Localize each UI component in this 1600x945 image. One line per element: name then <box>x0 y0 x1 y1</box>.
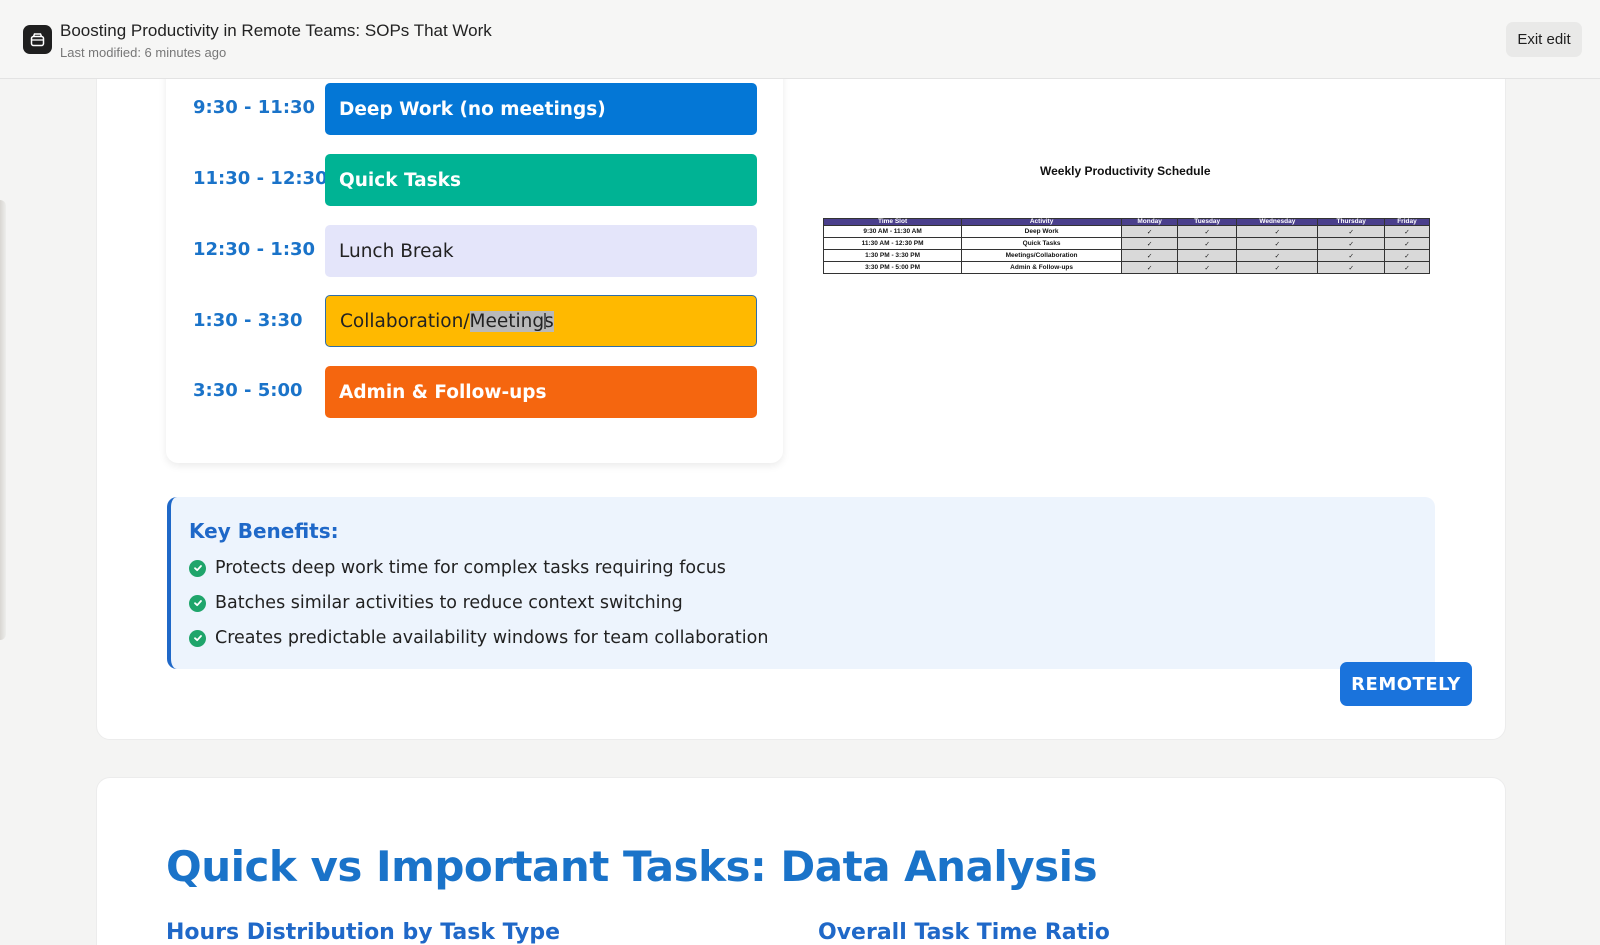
table-cell: ✓ <box>1177 261 1238 274</box>
block-label: Admin & Follow-ups <box>339 381 547 403</box>
table-cell: ✓ <box>1177 225 1238 238</box>
table-cell: ✓ <box>1383 237 1431 250</box>
time-label: 1:30 - 3:30 <box>193 310 303 331</box>
key-benefits-title: Key Benefits: <box>189 519 339 543</box>
check-circle-icon <box>189 629 206 647</box>
table-cell: Quick Tasks <box>961 237 1123 250</box>
table-cell: ✓ <box>1317 249 1385 262</box>
table-header: Tuesday <box>1177 218 1238 226</box>
table-cell: ✓ <box>1121 249 1179 262</box>
schedule-block-collaboration[interactable]: Collaboration/Meetings <box>325 295 757 347</box>
table-cell: ✓ <box>1317 225 1385 238</box>
table-cell: Admin & Follow-ups <box>961 261 1123 274</box>
table-header-row: Time Slot Activity Monday Tuesday Wednes… <box>822 218 1431 226</box>
table-cell: ✓ <box>1236 261 1319 274</box>
schedule-block-quick-tasks[interactable]: Quick Tasks <box>325 154 757 206</box>
top-bar: Boosting Productivity in Remote Teams: S… <box>0 0 1600 79</box>
table-cell: Meetings/Collaboration <box>961 249 1123 262</box>
schedule-block-lunch-break[interactable]: Lunch Break <box>325 225 757 277</box>
benefit-text: Batches similar activities to reduce con… <box>215 593 683 613</box>
table-cell: ✓ <box>1383 261 1431 274</box>
table-cell: ✓ <box>1177 237 1238 250</box>
table-cell: ✓ <box>1236 249 1319 262</box>
table-header: Wednesday <box>1236 218 1319 226</box>
table-header: Time Slot <box>822 218 963 226</box>
document-title: Boosting Productivity in Remote Teams: S… <box>60 21 492 40</box>
table-row: 11:30 AM - 12:30 PM Quick Tasks ✓ ✓ ✓ ✓ … <box>822 237 1431 250</box>
time-label: 9:30 - 11:30 <box>193 97 316 118</box>
table-cell: 1:30 PM - 3:30 PM <box>822 249 963 262</box>
table-cell: ✓ <box>1317 237 1385 250</box>
table-cell: 3:30 PM - 5:00 PM <box>822 261 963 274</box>
time-label: 11:30 - 12:30 <box>193 168 328 189</box>
selected-text[interactable]: Meetings <box>469 310 554 332</box>
weekly-schedule-title: Weekly Productivity Schedule <box>1040 164 1211 178</box>
table-cell: ✓ <box>1383 225 1431 238</box>
table-row: 9:30 AM - 11:30 AM Deep Work ✓ ✓ ✓ ✓ ✓ <box>822 225 1431 238</box>
weekly-schedule-table: Time Slot Activity Monday Tuesday Wednes… <box>822 218 1431 274</box>
table-row: 1:30 PM - 3:30 PM Meetings/Collaboration… <box>822 249 1431 262</box>
table-cell: 11:30 AM - 12:30 PM <box>822 237 963 250</box>
last-modified-text: Last modified: 6 minutes ago <box>60 45 227 60</box>
block-label: Quick Tasks <box>339 169 461 191</box>
exit-edit-button[interactable]: Exit edit <box>1506 22 1582 57</box>
section-title: Quick vs Important Tasks: Data Analysis <box>166 842 1098 891</box>
remotely-button[interactable]: REMOTELY <box>1340 662 1472 706</box>
table-header: Friday <box>1383 218 1431 226</box>
task-time-ratio-title: Overall Task Time Ratio <box>818 920 1110 945</box>
benefit-item: Batches similar activities to reduce con… <box>189 592 683 614</box>
table-cell: ✓ <box>1177 249 1238 262</box>
schedule-block-deep-work[interactable]: Deep Work (no meetings) <box>325 83 757 135</box>
check-circle-icon <box>189 594 206 612</box>
hours-distribution-title: Hours Distribution by Task Type <box>166 920 561 945</box>
table-cell: 9:30 AM - 11:30 AM <box>822 225 963 238</box>
table-cell: ✓ <box>1121 237 1179 250</box>
table-cell: Deep Work <box>961 225 1123 238</box>
table-cell: ✓ <box>1236 225 1319 238</box>
benefit-item: Creates predictable availability windows… <box>189 627 768 649</box>
app-icon[interactable] <box>23 25 52 54</box>
side-panel-edge <box>0 200 6 640</box>
benefit-item: Protects deep work time for complex task… <box>189 557 726 579</box>
table-cell: ✓ <box>1121 225 1179 238</box>
text-cursor-icon <box>543 313 546 329</box>
table-header: Activity <box>961 218 1123 226</box>
table-cell: ✓ <box>1236 237 1319 250</box>
benefit-text: Creates predictable availability windows… <box>215 628 769 648</box>
block-label-prefix: Collaboration/ <box>340 310 470 332</box>
table-row: 3:30 PM - 5:00 PM Admin & Follow-ups ✓ ✓… <box>822 261 1431 274</box>
table-header: Monday <box>1121 218 1179 226</box>
block-label: Lunch Break <box>339 240 454 262</box>
time-label: 3:30 - 5:00 <box>193 380 303 401</box>
box-icon <box>30 33 45 47</box>
table-header: Thursday <box>1317 218 1385 226</box>
table-cell: ✓ <box>1121 261 1179 274</box>
table-cell: ✓ <box>1317 261 1385 274</box>
time-label: 12:30 - 1:30 <box>193 239 316 260</box>
table-cell: ✓ <box>1383 249 1431 262</box>
schedule-block-admin[interactable]: Admin & Follow-ups <box>325 366 757 418</box>
benefit-text: Protects deep work time for complex task… <box>215 558 726 578</box>
block-label: Deep Work (no meetings) <box>339 98 606 120</box>
check-circle-icon <box>189 559 206 577</box>
